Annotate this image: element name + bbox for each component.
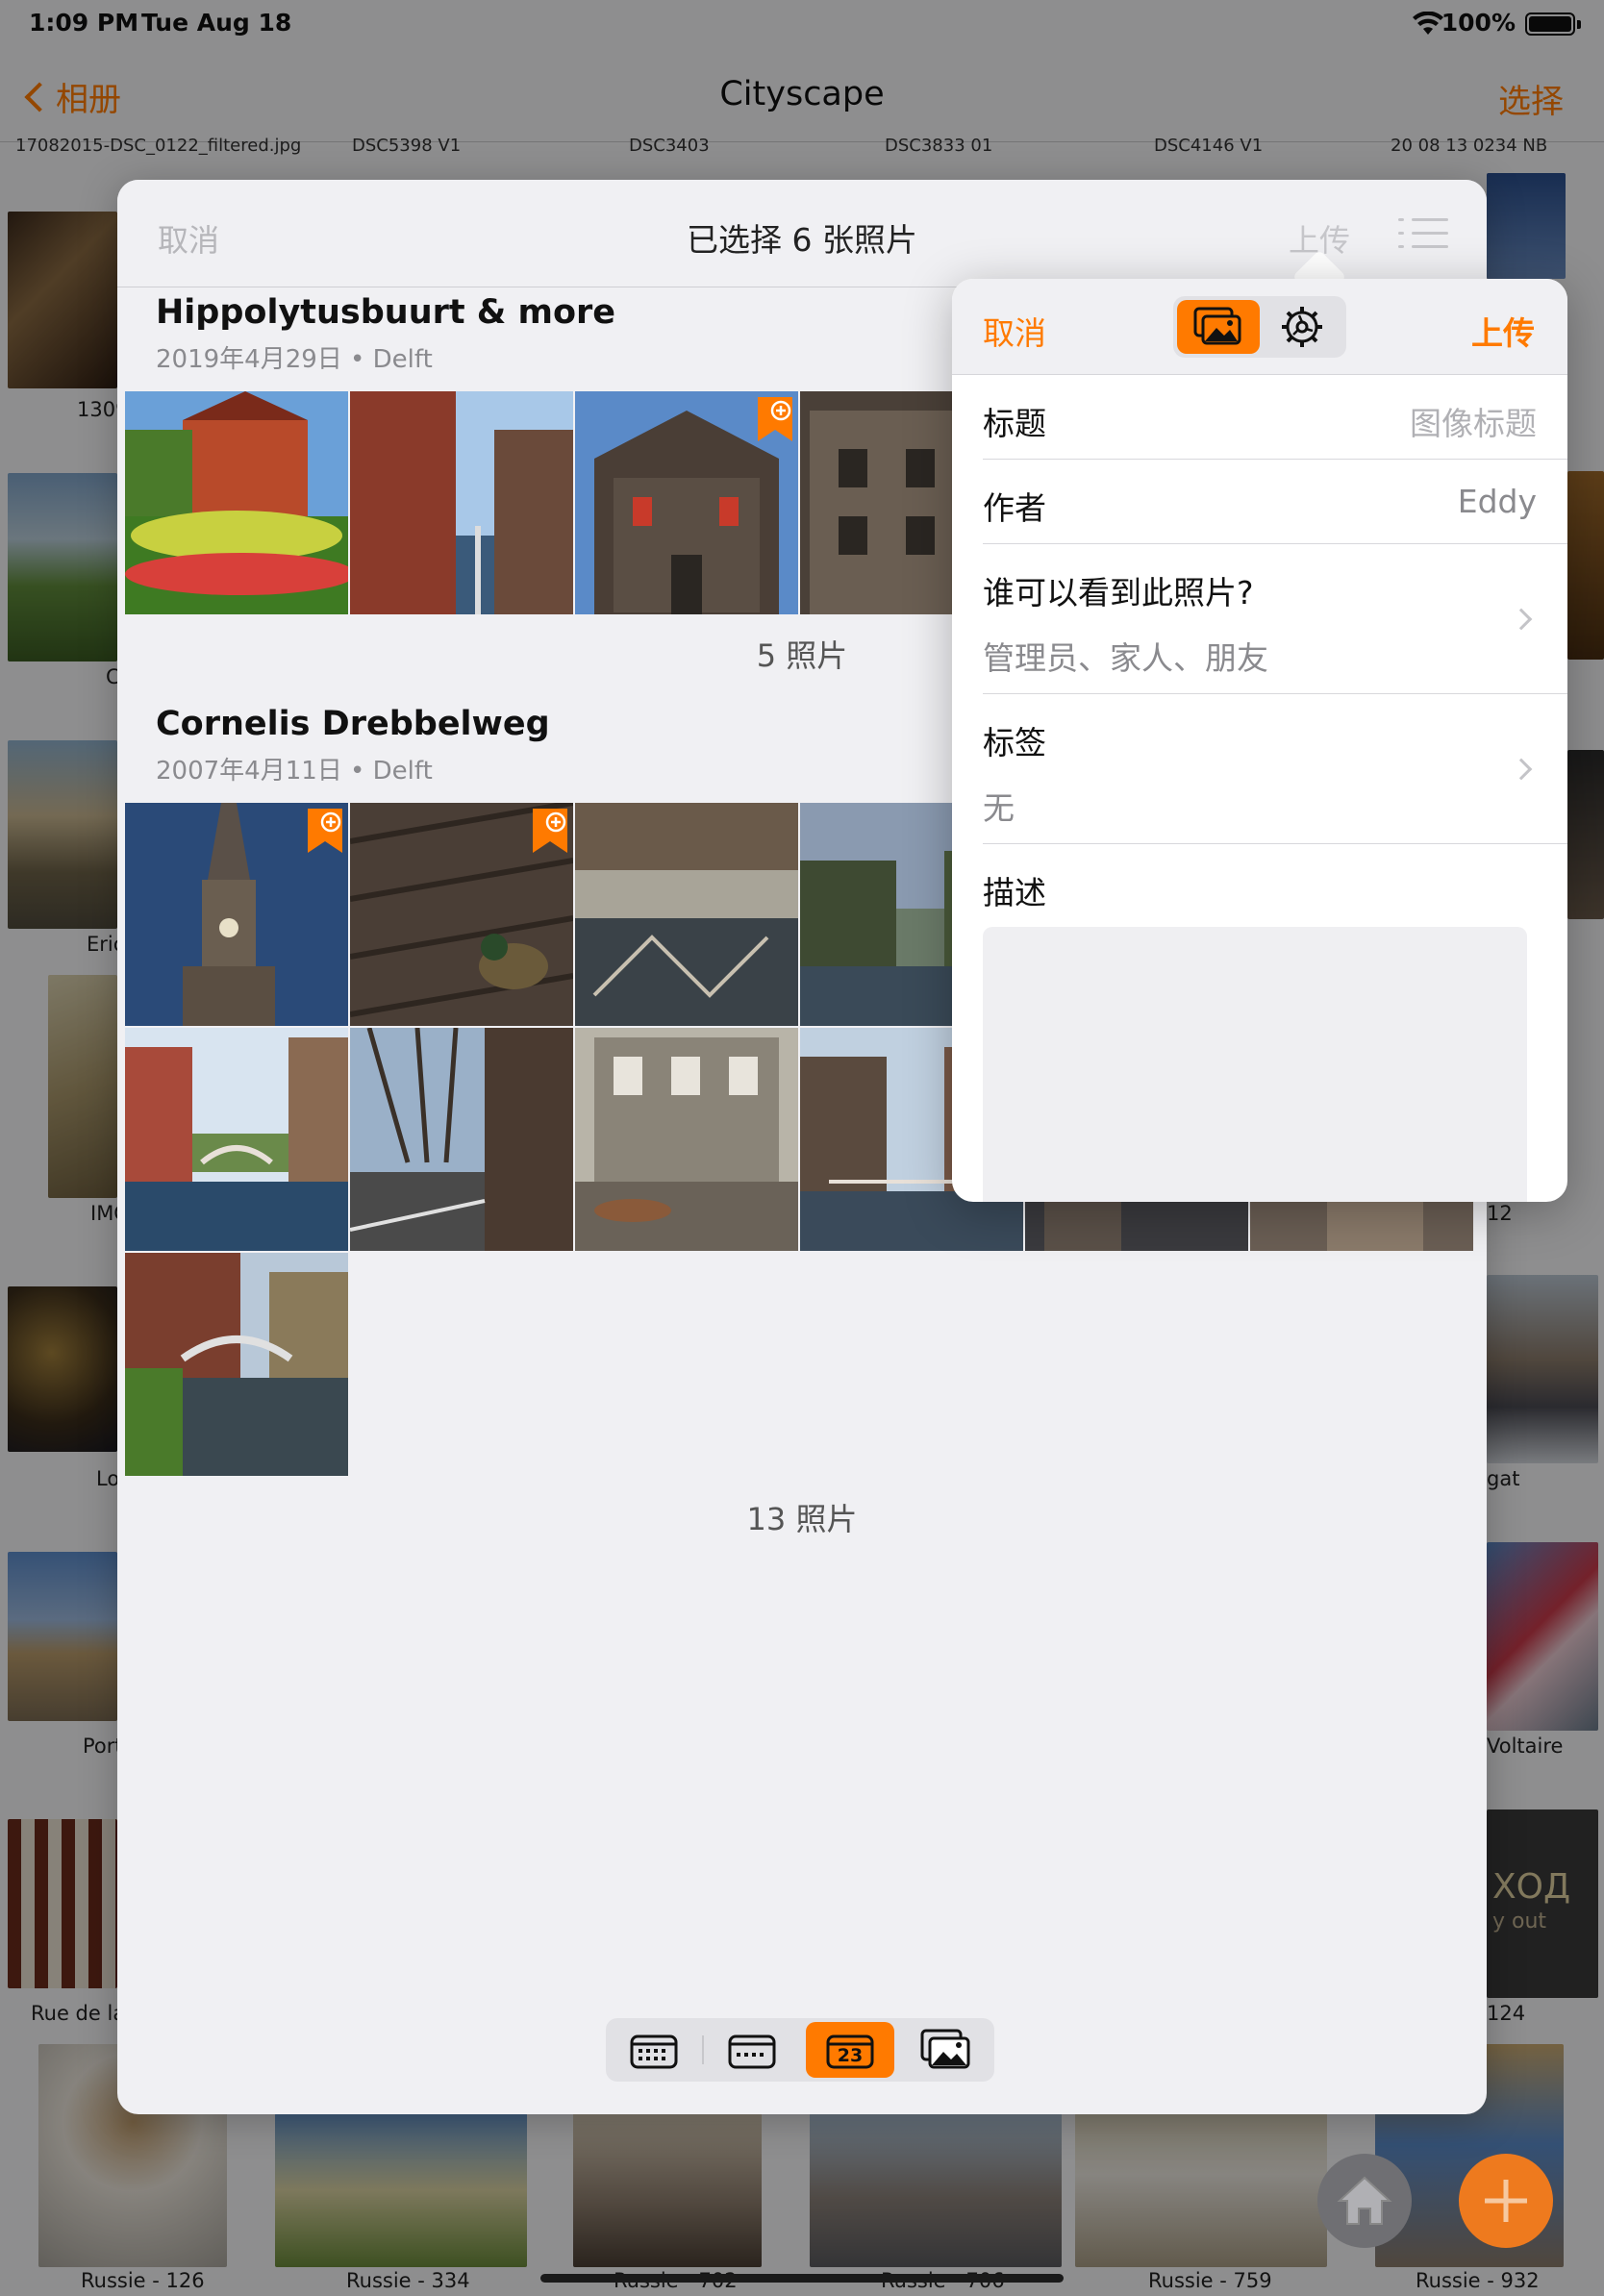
author-row[interactable]: 作者 Eddy: [983, 460, 1567, 544]
photo-tile[interactable]: [350, 391, 573, 614]
title-input[interactable]: 图像标题: [1410, 398, 1537, 444]
photo-tile[interactable]: [350, 803, 573, 1026]
description-row: 描述: [983, 844, 1567, 927]
photo-tile[interactable]: [125, 1028, 348, 1251]
group-title: Hippolytusbuurt & more: [156, 293, 616, 332]
bookmark-add-icon: [308, 809, 342, 853]
popover-header: 取消 上传: [952, 279, 1567, 375]
day-number: 23: [837, 2045, 864, 2066]
upload-settings-popover: 取消 上传 标题 图像标题 作者 Eddy 谁可以看到此照片? 管理员、家人、朋…: [952, 279, 1567, 1202]
photo-tile[interactable]: [125, 1253, 348, 1476]
photo-tile[interactable]: [575, 803, 798, 1026]
year-view-button[interactable]: [610, 2022, 698, 2078]
privacy-row[interactable]: 谁可以看到此照片? 管理员、家人、朋友: [983, 544, 1567, 694]
settings-tab[interactable]: [1262, 300, 1342, 354]
title-label: 标题: [983, 405, 1046, 442]
group-subtitle: 2019年4月29日 • Delft: [156, 345, 433, 374]
popover-upload-button[interactable]: 上传: [1471, 308, 1535, 354]
bookmark-add-icon: [758, 397, 792, 441]
bookmark-add-icon: [533, 809, 567, 853]
group-title: Cornelis Drebbelweg: [156, 705, 550, 743]
sheet-title: 已选择 6 张照片: [687, 221, 917, 259]
sheet-header: 取消 已选择 6 张照片 上传: [117, 180, 1487, 287]
group-photo-count: 13 照片: [746, 1501, 858, 1537]
home-button[interactable]: [1317, 2154, 1412, 2248]
author-input[interactable]: Eddy: [1458, 483, 1537, 520]
add-button[interactable]: [1459, 2154, 1553, 2248]
title-row[interactable]: 标题 图像标题: [983, 375, 1567, 460]
month-view-button[interactable]: [708, 2022, 796, 2078]
home-icon: [1337, 2176, 1392, 2225]
chevron-right-icon: [1510, 608, 1533, 631]
photo-tile[interactable]: [125, 391, 348, 614]
privacy-value: 管理员、家人、朋友: [983, 639, 1268, 677]
popover-segmented-control: [1173, 296, 1346, 358]
photo-tile[interactable]: [575, 1028, 798, 1251]
calendar-month-icon: [728, 2034, 776, 2069]
photos-icon: [920, 2029, 970, 2069]
description-label: 描述: [983, 874, 1046, 911]
tags-row[interactable]: 标签 无: [983, 694, 1567, 844]
group-subtitle: 2007年4月11日 • Delft: [156, 757, 433, 786]
list-icon[interactable]: [1398, 216, 1448, 251]
day-view-button[interactable]: 23: [806, 2022, 894, 2078]
calendar-year-icon: [630, 2034, 678, 2069]
photo-tile[interactable]: [575, 391, 798, 614]
author-label: 作者: [983, 489, 1046, 527]
tags-value: 无: [983, 789, 1015, 827]
photo-properties-tab[interactable]: [1177, 300, 1260, 354]
privacy-label: 谁可以看到此照片?: [983, 574, 1254, 611]
tags-label: 标签: [983, 724, 1046, 761]
view-mode-segmented-control: 23: [606, 2018, 994, 2082]
photo-tile[interactable]: [350, 1028, 573, 1251]
chevron-right-icon: [1510, 758, 1533, 781]
popover-cancel-button[interactable]: 取消: [983, 308, 1046, 354]
photos-icon: [1193, 307, 1241, 345]
photo-tile[interactable]: [125, 803, 348, 1026]
photos-view-button[interactable]: [902, 2022, 990, 2078]
description-textarea[interactable]: [983, 927, 1527, 1202]
gear-icon: [1282, 307, 1322, 347]
plus-icon: [1485, 2180, 1527, 2222]
home-indicator[interactable]: [540, 2274, 1064, 2283]
